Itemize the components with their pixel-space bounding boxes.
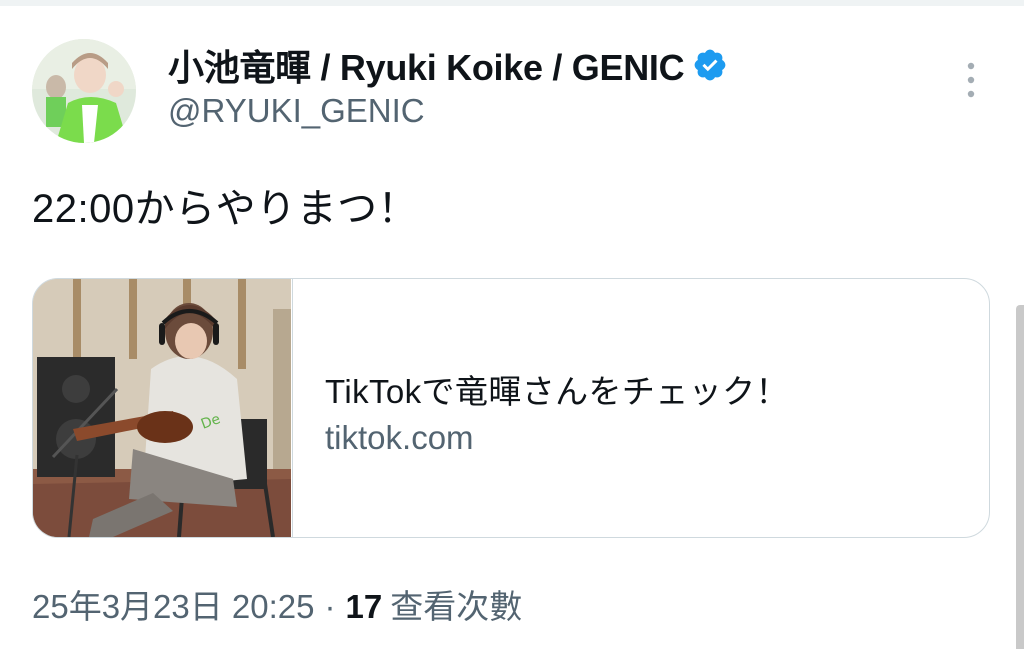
tweet-timestamp[interactable]: 25年3月23日 20:25 <box>32 580 315 628</box>
meta-separator: · <box>324 588 336 625</box>
views-label: 查看次數 <box>390 588 523 625</box>
link-preview-card[interactable]: De TikTokで竜暉さんをチェック！ tiktok.com <box>32 278 990 538</box>
more-vertical-icon <box>967 62 975 98</box>
tweet-meta-row: 25年3月23日 20:25 · 17 查看次數 <box>32 580 522 628</box>
scrollbar[interactable] <box>1016 305 1024 649</box>
card-title: TikTokで竜暉さんをチェック！ <box>325 373 789 410</box>
card-thumbnail: De <box>33 279 293 537</box>
avatar[interactable] <box>32 39 136 143</box>
avatar-image <box>32 39 136 143</box>
tweet-text: 22:00からやりまつ！ <box>32 187 419 231</box>
more-options-button[interactable] <box>955 58 987 102</box>
author-display-name[interactable]: 小池竜暉 / Ryuki Koike / GENIC <box>168 39 685 91</box>
card-domain: tiktok.com <box>325 419 474 456</box>
views-count: 17 <box>345 588 383 625</box>
verified-badge-icon <box>692 47 728 83</box>
author-handle[interactable]: @RYUKI_GENIC <box>168 92 425 130</box>
author-name-row[interactable]: 小池竜暉 / Ryuki Koike / GENIC <box>168 40 728 90</box>
top-divider <box>0 0 1024 6</box>
